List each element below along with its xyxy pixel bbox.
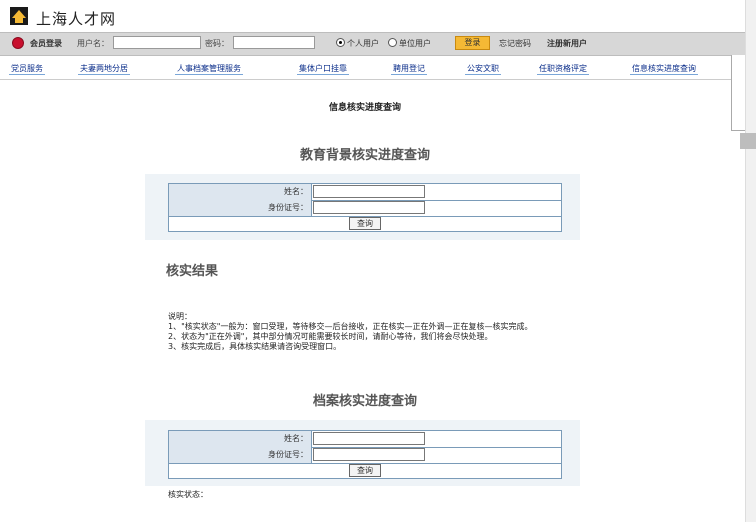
password-input[interactable] [233, 36, 315, 49]
scroll-thumb[interactable] [740, 133, 756, 149]
site-name: 上海人才网 [36, 10, 117, 28]
radio-personal[interactable] [336, 38, 345, 47]
education-name-input[interactable] [313, 185, 425, 198]
nav-item-qualification[interactable]: 任职资格评定 [537, 63, 589, 75]
result-title: 核实结果 [166, 264, 219, 279]
nav-item-collective-hukou[interactable]: 集体户口挂靠 [297, 63, 349, 75]
notes-item-3: 3、核实完成后，具体核实结果请咨询受理窗口。 [168, 342, 342, 351]
nav-item-archive-management[interactable]: 人事档案管理服务 [175, 63, 243, 75]
nav-item-couple-separation[interactable]: 夫妻两地分居 [78, 63, 130, 75]
username-label: 用户名： [77, 39, 109, 48]
login-bar: 会员登录 用户名： 密码： 个人用户 单位用户 登录 忘记密码 注册新用户 [0, 32, 746, 56]
archive-name-row: 姓名： [169, 431, 561, 448]
password-label: 密码： [205, 39, 229, 48]
education-id-row: 身份证号： [169, 200, 561, 217]
nav-item-employment-registration[interactable]: 聘用登记 [391, 63, 427, 75]
notes-heading: 说明： [168, 312, 192, 321]
education-query-button[interactable]: 查询 [349, 217, 381, 230]
archive-form: 姓名： 身份证号： 查询 [168, 430, 562, 479]
nav-item-verification-progress[interactable]: 信息核实进度查询 [630, 63, 698, 75]
scrollbar[interactable] [745, 0, 756, 522]
login-title: 会员登录 [30, 39, 62, 48]
radio-personal-label: 个人用户 [347, 39, 379, 48]
logo-icon [10, 7, 28, 25]
education-section-title: 教育背景核实进度查询 [299, 148, 430, 163]
member-icon [12, 37, 24, 49]
radio-company[interactable] [388, 38, 397, 47]
archive-status-label: 核实状态： [168, 490, 208, 499]
archive-name-input[interactable] [313, 432, 425, 445]
notes-item-2: 2、状态为"正在外调"，其中部分情况可能需要较长时间，请耐心等待，我们将会尽快处… [168, 332, 493, 341]
education-form: 姓名： 身份证号： 查询 [168, 183, 562, 232]
radio-company-label: 单位用户 [399, 39, 431, 48]
archive-id-input[interactable] [313, 448, 425, 461]
username-input[interactable] [113, 36, 201, 49]
page-subtitle: 信息核实进度查询 [328, 103, 401, 113]
result-notes: 说明： 1、"核实状态"一般为：窗口受理，等待移交—后台接收，正在核实—正在外调… [168, 312, 568, 352]
archive-id-label: 身份证号： [169, 447, 312, 463]
education-name-row: 姓名： [169, 184, 561, 201]
login-button[interactable]: 登录 [455, 36, 490, 50]
nav-item-party-member[interactable]: 党员服务 [9, 63, 45, 75]
nav-item-police-civilian[interactable]: 公安文职 [465, 63, 501, 75]
archive-id-row: 身份证号： [169, 447, 561, 464]
site-header: 上海人才网 [0, 0, 756, 32]
education-id-label: 身份证号： [169, 200, 312, 216]
archive-section-title: 档案核实进度查询 [312, 394, 417, 409]
notes-item-1: 1、"核实状态"一般为：窗口受理，等待移交—后台接收，正在核实—正在外调—正在复… [168, 322, 533, 331]
forgot-password-link[interactable]: 忘记密码 [499, 38, 531, 49]
archive-name-label: 姓名： [169, 431, 312, 447]
archive-query-button[interactable]: 查询 [349, 464, 381, 477]
education-id-input[interactable] [313, 201, 425, 214]
education-name-label: 姓名： [169, 184, 312, 200]
main-nav: 党员服务 夫妻两地分居 人事档案管理服务 集体户口挂靠 聘用登记 公安文职 任职… [0, 57, 746, 80]
register-link[interactable]: 注册新用户 [547, 38, 587, 49]
